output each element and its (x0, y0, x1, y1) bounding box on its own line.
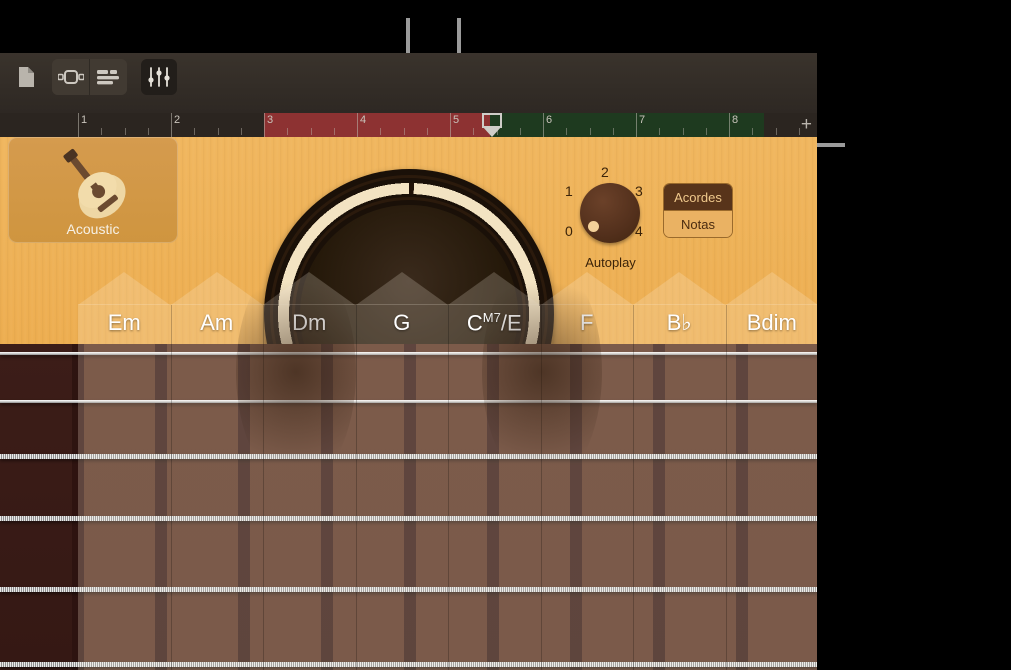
ruler-bar-number: 2 (174, 114, 181, 126)
chord-strip-body (725, 304, 817, 670)
ruler-bar-number: 8 (732, 114, 739, 126)
ruler-tick (519, 128, 521, 135)
ruler-bar-number: 6 (546, 114, 553, 126)
ruler-bar-number: 5 (453, 114, 460, 126)
ruler-tick (194, 128, 196, 135)
playhead[interactable] (482, 113, 502, 137)
chord-strip-Bdim[interactable]: Bdim (725, 272, 817, 670)
chord-strip-peak (355, 272, 448, 305)
tracks-icon[interactable] (89, 59, 127, 95)
chord-label: Bdim (746, 310, 797, 335)
ruler-tick (473, 128, 475, 135)
ruler-bar-number: 4 (360, 114, 367, 126)
chord-strip-body (78, 304, 171, 670)
add-track-button[interactable]: + (801, 115, 812, 134)
toolbar-left-group (8, 59, 177, 95)
ruler-tick (612, 128, 614, 135)
chord-strips: EmAmDmGCM7/EFB♭Bdim (78, 137, 817, 670)
toolbar: ? (0, 53, 817, 156)
timeline-ruler[interactable]: 1 2 3 4 5 6 7 8 + (0, 113, 817, 137)
chord-strip-Em[interactable]: Em (78, 272, 171, 670)
library-icon[interactable] (52, 59, 89, 95)
document-icon[interactable] (8, 59, 44, 95)
smart-guitar: Acoustic 0 1 2 3 4 Autoplay Acordes Nota… (0, 137, 817, 670)
chord-strip-peak (78, 272, 170, 305)
ruler-tick (333, 128, 335, 135)
chord-strip-body (633, 304, 726, 670)
garageband-window: ? 1 2 3 4 5 6 7 8 + (0, 0, 1011, 670)
ruler-tick (705, 128, 707, 135)
ruler-tick (240, 128, 242, 135)
fretboard-nut-area (0, 344, 78, 670)
chord-strip-divider (448, 305, 449, 670)
ruler-tick (426, 128, 428, 135)
chord-strip-G[interactable]: G (355, 272, 448, 670)
ruler-tick (403, 128, 405, 135)
view-toggle-group (52, 59, 127, 95)
strum-shadow-left (236, 257, 356, 487)
smart-controls-icon[interactable] (141, 59, 177, 95)
ruler-bar-number: 3 (267, 114, 274, 126)
strum-shadow-right (482, 257, 602, 487)
ruler-tick (217, 128, 219, 135)
chord-strip-peak (633, 272, 725, 305)
chord-strip-divider (725, 305, 727, 670)
ruler-tick (124, 128, 126, 135)
chord-label: B♭ (666, 310, 692, 335)
ruler-tick (659, 128, 661, 135)
chord-strip-body (355, 304, 448, 670)
chord-label: Em (107, 310, 141, 335)
ruler-tick (101, 128, 103, 135)
chord-strip-peak (725, 272, 817, 305)
chord-strip-divider (633, 305, 634, 670)
ruler-bar-number: 1 (81, 114, 88, 126)
ruler-tick (380, 128, 382, 135)
chord-strip-divider (170, 305, 172, 670)
ruler-recorded-range[interactable] (490, 113, 764, 137)
ruler-tick (775, 128, 777, 135)
ruler-tick (310, 128, 312, 135)
ruler-tick (147, 128, 149, 135)
ruler-tick (752, 128, 754, 135)
ruler-tick (287, 128, 289, 135)
chord-label: G (393, 310, 411, 335)
ruler-bar-number: 7 (639, 114, 646, 126)
ruler-tick (589, 128, 591, 135)
chord-strip-B[interactable]: B♭ (633, 272, 726, 670)
ruler-tick (798, 128, 800, 135)
ruler-tick (566, 128, 568, 135)
ruler-tick (682, 128, 684, 135)
ruler-empty-head (0, 113, 78, 137)
